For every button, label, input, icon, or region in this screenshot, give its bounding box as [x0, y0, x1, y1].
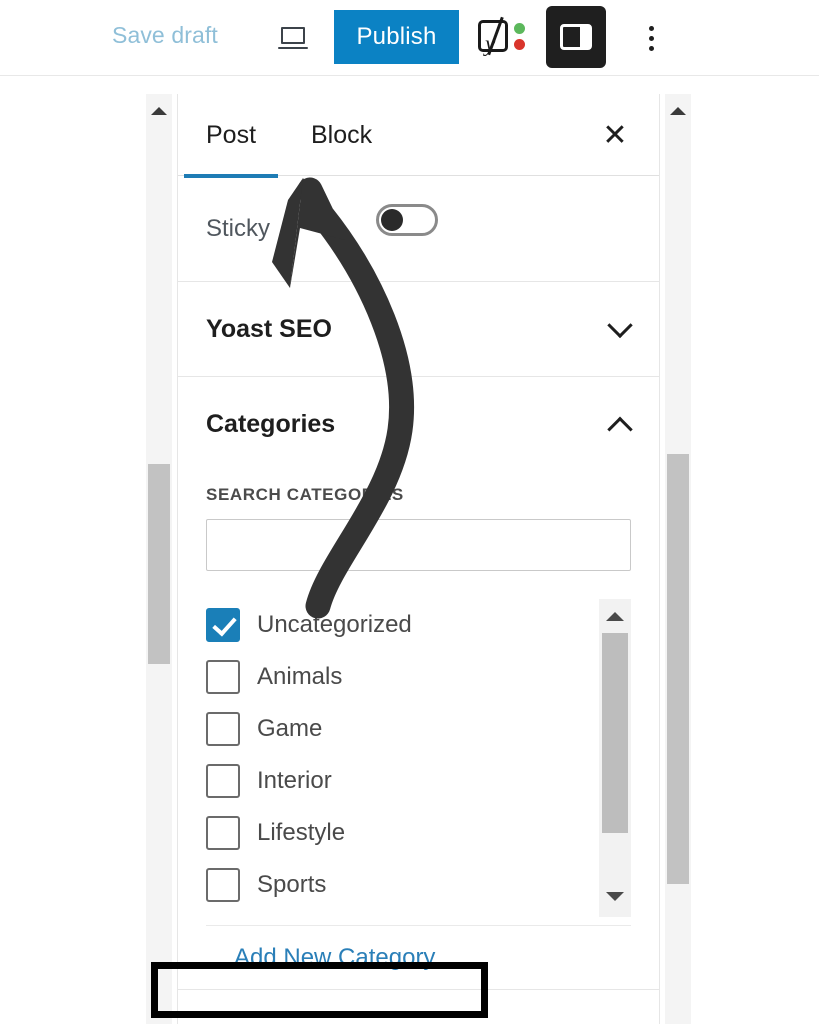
wordpress-editor-screenshot: Save draft Publish y — [0, 0, 819, 1024]
editor-scrollbar-left[interactable] — [146, 94, 172, 1024]
scrollbar-thumb[interactable] — [148, 464, 170, 664]
section-title-yoast-seo: Yoast SEO — [206, 314, 332, 343]
laptop-preview-icon — [278, 27, 308, 49]
checkbox-unchecked-icon[interactable] — [206, 816, 240, 850]
section-header-categories[interactable]: Categories — [178, 377, 659, 471]
save-draft-button[interactable]: Save draft — [112, 22, 218, 49]
section-yoast-seo: Yoast SEO — [178, 282, 659, 377]
section-header-yoast-seo[interactable]: Yoast SEO — [178, 282, 659, 376]
category-checkbox-item[interactable]: Uncategorized — [206, 599, 601, 651]
publish-button[interactable]: Publish — [334, 10, 459, 64]
category-list: Uncategorized Animals Game Interior Lifestyl… — [206, 599, 601, 911]
add-new-category-link[interactable]: Add New Category — [234, 944, 435, 972]
yoast-green-dot-icon — [514, 23, 525, 34]
settings-sidebar-toggle-button[interactable] — [546, 6, 606, 68]
category-checkbox-item[interactable]: Interior — [206, 755, 601, 807]
checkbox-unchecked-icon[interactable] — [206, 764, 240, 798]
chevron-up-icon — [607, 416, 633, 443]
scrollbar-thumb[interactable] — [602, 633, 628, 833]
checkbox-checked-icon[interactable] — [206, 608, 240, 642]
close-icon[interactable]: ✕ — [595, 116, 635, 156]
more-options-vertical-dots-icon — [648, 35, 654, 41]
category-checkbox-item[interactable]: Game — [206, 703, 601, 755]
more-options-button[interactable] — [637, 16, 665, 60]
more-options-vertical-dots-icon — [648, 25, 654, 31]
checkbox-unchecked-icon[interactable] — [206, 712, 240, 746]
category-list-container: Uncategorized Animals Game Interior Lifestyl… — [206, 599, 631, 917]
checkbox-unchecked-icon[interactable] — [206, 868, 240, 902]
tab-post[interactable]: Post — [183, 94, 279, 178]
more-options-vertical-dots-icon — [648, 45, 654, 51]
chevron-down-icon — [607, 312, 633, 339]
post-settings-sidebar: Post Block ✕ Sticky Yoast SEO Categories — [177, 94, 660, 1024]
sticky-label: Sticky — [206, 214, 271, 242]
checkbox-unchecked-icon[interactable] — [206, 660, 240, 694]
scroll-up-arrow-icon[interactable] — [665, 100, 691, 122]
scroll-up-arrow-icon[interactable] — [599, 603, 631, 629]
yoast-red-dot-icon — [514, 39, 525, 50]
scrollbar-thumb[interactable] — [667, 454, 689, 884]
category-label: Interior — [257, 767, 332, 794]
category-label: Animals — [257, 663, 343, 690]
scroll-up-arrow-icon[interactable] — [146, 100, 172, 122]
category-label: Uncategorized — [257, 611, 412, 638]
category-list-scrollbar[interactable] — [599, 599, 631, 917]
search-categories-input[interactable] — [206, 519, 631, 571]
settings-tabs: Post Block ✕ — [178, 94, 659, 178]
add-new-category-row: Add New Category — [206, 925, 631, 989]
category-label: Sports — [257, 871, 327, 898]
categories-panel-body: SEARCH CATEGORIES Uncategorized Animals Ga… — [178, 485, 659, 989]
yoast-seo-button[interactable]: y — [478, 14, 530, 60]
category-checkbox-item[interactable]: Animals — [206, 651, 601, 703]
category-label: Game — [257, 715, 323, 742]
scroll-down-arrow-icon[interactable] — [599, 883, 631, 909]
category-checkbox-item[interactable]: Sports — [206, 859, 601, 911]
sticky-setting-row: Sticky — [178, 176, 659, 282]
editor-scrollbar-right[interactable] — [665, 94, 691, 1024]
editor-toolbar: Save draft Publish y — [0, 0, 819, 76]
tab-block[interactable]: Block — [311, 94, 372, 176]
settings-sidebar-icon — [560, 24, 592, 50]
section-title-categories: Categories — [206, 409, 336, 438]
category-label: Lifestyle — [257, 819, 346, 846]
category-checkbox-item[interactable]: Lifestyle — [206, 807, 601, 859]
toggle-knob — [381, 209, 403, 231]
section-categories: Categories SEARCH CATEGORIES Uncategoriz… — [178, 377, 659, 990]
search-categories-label: SEARCH CATEGORIES — [206, 485, 404, 504]
preview-button[interactable] — [271, 19, 315, 57]
sticky-toggle[interactable] — [376, 204, 438, 236]
